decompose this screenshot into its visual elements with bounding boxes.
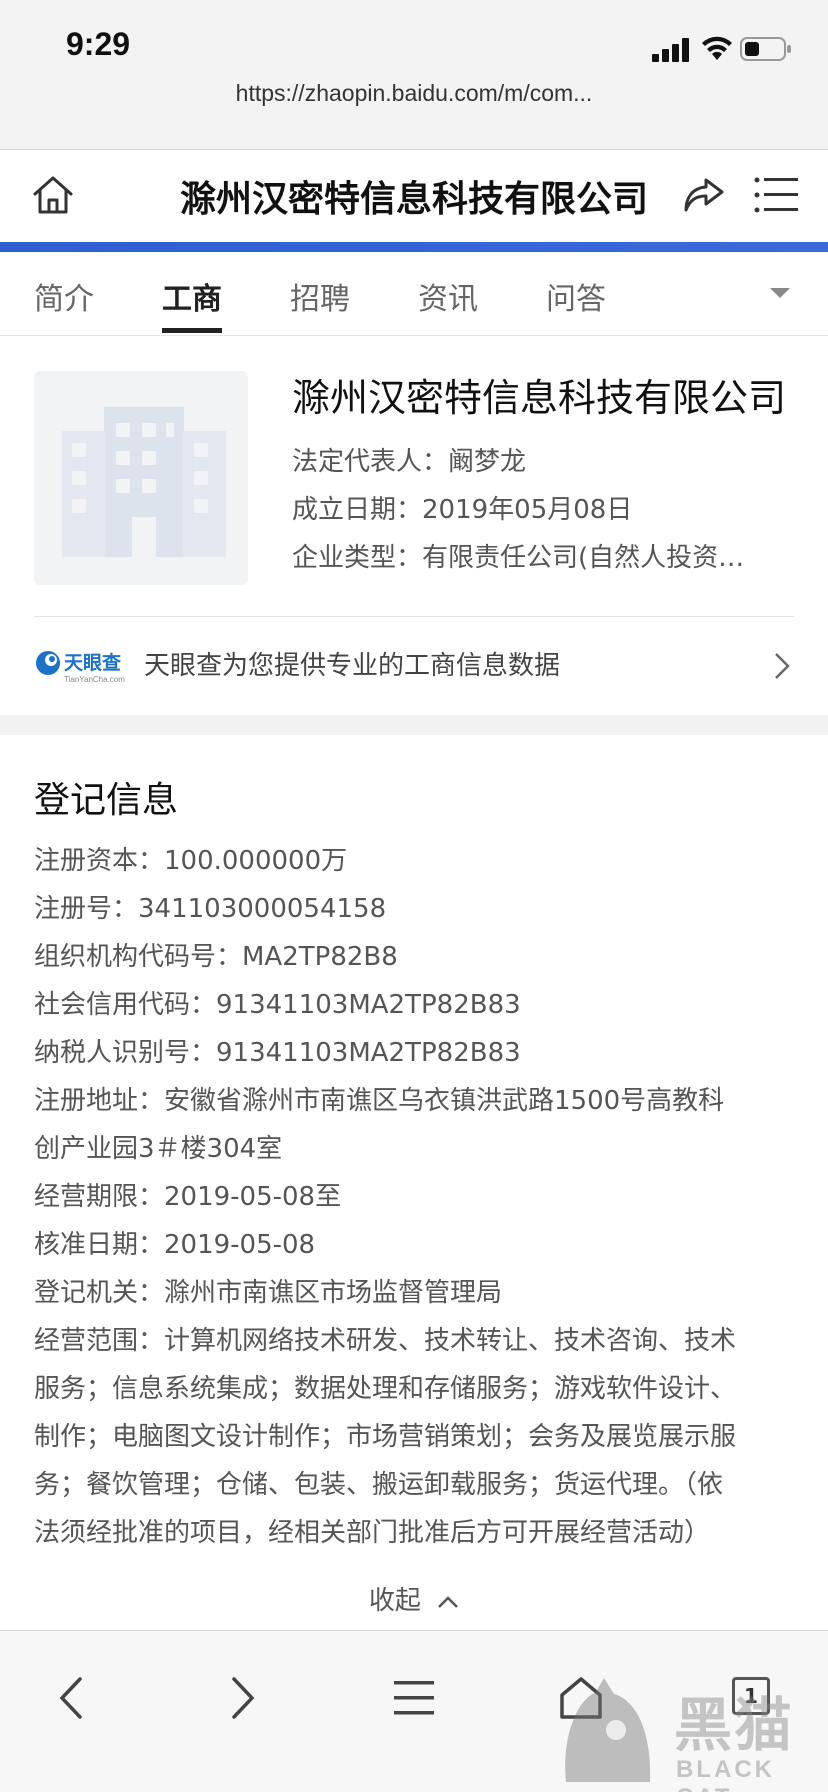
tab-news[interactable]: 资讯 xyxy=(418,274,478,318)
business-scope-cont: 服务；信息系统集成；数据处理和存储服务；游戏软件设计、 xyxy=(34,1374,737,1404)
business-term: 经营期限：2019-05-08至 xyxy=(34,1182,342,1212)
registration-section: 登记信息 注册资本：100.000000万 注册号：34110300005415… xyxy=(0,735,828,1630)
tab-intro[interactable]: 简介 xyxy=(34,274,94,318)
business-scope-cont: 制作；电脑图文设计制作；市场营销策划；会务及展览展示服 xyxy=(34,1422,737,1452)
page-title: 滁州汉密特信息科技有限公司 xyxy=(179,179,648,220)
collapse-button[interactable]: 收起 xyxy=(0,1580,828,1617)
status-bar: 9:29 https://zhaopin.baidu.com/m/com... xyxy=(0,0,828,150)
section-title: 登记信息 xyxy=(34,780,179,821)
section-separator xyxy=(0,715,828,735)
title-bar: 滁州汉密特信息科技有限公司 xyxy=(0,150,828,244)
company-name: 滁州汉密特信息科技有限公司 xyxy=(292,376,787,420)
chevron-right-icon[interactable] xyxy=(772,651,792,681)
tianyancha-logo: 天眼查 TianYanCha.com xyxy=(36,651,125,684)
wifi-icon xyxy=(702,36,732,60)
divider xyxy=(34,616,794,617)
building-icon xyxy=(62,407,226,557)
business-scope-cont: 法须经批准的项目，经相关部门批准后方可开展经营活动） xyxy=(34,1518,711,1548)
tab-qa[interactable]: 问答 xyxy=(546,274,606,318)
tab-bar: 简介 工商 招聘 资讯 问答 xyxy=(0,252,828,336)
company-type: 企业类型：有限责任公司(自然人投资… xyxy=(292,543,745,573)
black-cat-watermark: 黑猫 BLACK CAT xyxy=(556,1672,828,1792)
chevron-up-icon xyxy=(438,1595,459,1608)
forward-icon[interactable] xyxy=(216,1673,266,1723)
tab-jobs[interactable]: 招聘 xyxy=(290,274,350,318)
active-tab-indicator xyxy=(162,328,222,333)
home-icon[interactable] xyxy=(30,172,76,218)
chevron-down-icon[interactable] xyxy=(770,288,790,298)
approval-date: 核准日期：2019-05-08 xyxy=(34,1230,316,1260)
credit-code: 社会信用代码：91341103MA2TP82B83 xyxy=(34,990,521,1020)
registered-address: 注册地址：安徽省滁州市南谯区乌衣镇洪武路1500号高教科 xyxy=(34,1086,725,1116)
registration-authority: 登记机关：滁州市南谯区市场监督管理局 xyxy=(34,1278,503,1308)
legal-representative: 法定代表人：阚梦龙 xyxy=(292,447,527,477)
menu-icon[interactable] xyxy=(754,176,798,214)
business-scope-cont: 务；餐饮管理；仓储、包装、搬运卸载服务；货运代理。（依 xyxy=(34,1470,724,1500)
tab-business[interactable]: 工商 xyxy=(162,274,222,318)
header-accent-bar xyxy=(0,242,828,252)
taxpayer-id: 纳税人识别号：91341103MA2TP82B83 xyxy=(34,1038,521,1068)
registered-capital: 注册资本：100.000000万 xyxy=(34,846,348,876)
registration-details: 注册资本：100.000000万 注册号：341103000054158 组织机… xyxy=(34,837,796,1557)
share-icon[interactable] xyxy=(682,174,726,216)
collapse-label: 收起 xyxy=(368,1586,421,1616)
founded-date: 成立日期：2019年05月08日 xyxy=(292,495,633,525)
back-icon[interactable] xyxy=(48,1673,98,1723)
tianyancha-domain: TianYanCha.com xyxy=(64,675,125,684)
company-card: 滁州汉密特信息科技有限公司 法定代表人：阚梦龙 成立日期：2019年05月08日… xyxy=(0,337,828,715)
watermark-text: 黑猫 xyxy=(674,1691,795,1759)
cat-logo-icon xyxy=(565,1678,651,1782)
company-logo xyxy=(34,371,248,585)
battery-icon xyxy=(740,37,791,61)
cellular-signal-icon xyxy=(652,38,689,62)
tianyancha-brand: 天眼查 xyxy=(64,651,122,674)
tianyancha-banner-text[interactable]: 天眼查为您提供专业的工商信息数据 xyxy=(144,645,560,682)
organization-code: 组织机构代码号：MA2TP82B8 xyxy=(34,942,398,972)
business-scope: 经营范围：计算机网络技术研发、技术转让、技术咨询、技术 xyxy=(34,1326,737,1356)
menu-lines-icon[interactable] xyxy=(390,1673,440,1723)
registration-number: 注册号：341103000054158 xyxy=(34,894,387,924)
watermark-subtext: BLACK CAT xyxy=(676,1756,775,1792)
status-time: 9:29 xyxy=(66,26,131,62)
registered-address-cont: 创产业园3＃楼304室 xyxy=(34,1134,283,1164)
address-bar-url[interactable]: https://zhaopin.baidu.com/m/com... xyxy=(0,80,828,107)
